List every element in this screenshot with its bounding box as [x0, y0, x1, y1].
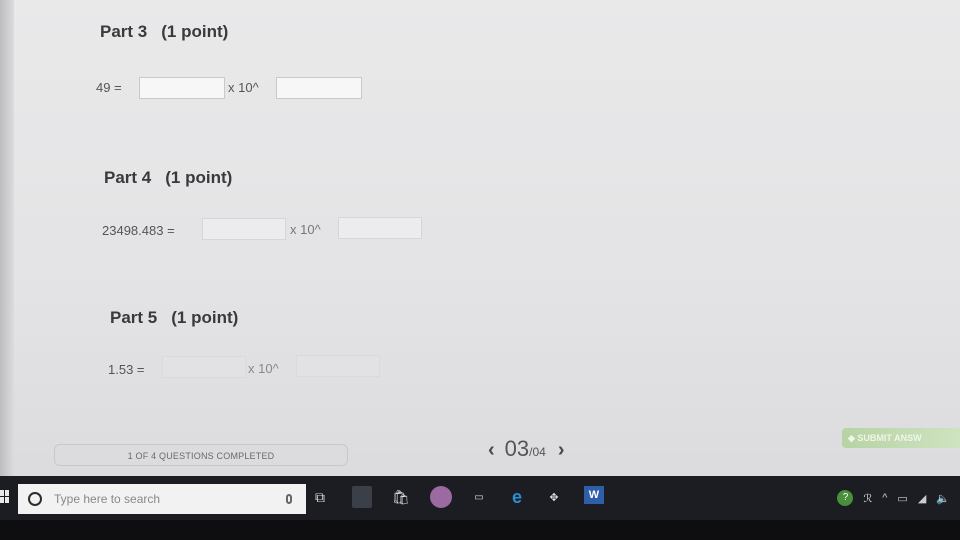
network-icon[interactable]: ◢ — [918, 492, 926, 505]
file-explorer-icon[interactable] — [352, 486, 372, 508]
dropbox-icon[interactable]: ✥ — [546, 486, 562, 508]
microphone-icon[interactable] — [286, 494, 292, 504]
quiz-content: Part 3 (1 point) 49 = x 10^ Part 4 (1 poin… — [14, 0, 960, 470]
part-4-title: Part 4 — [104, 168, 152, 187]
battery-icon[interactable]: ▭ — [897, 492, 907, 505]
part-3-points: (1 point) — [161, 22, 229, 41]
chrome-icon[interactable] — [430, 486, 452, 508]
volume-icon[interactable]: 🔈 — [936, 492, 950, 505]
part-3-mantissa-input[interactable] — [139, 77, 225, 99]
store-icon[interactable]: 🛍 — [392, 486, 410, 508]
people-icon[interactable]: ℛ — [863, 492, 872, 505]
part-5-points: (1 point) — [171, 308, 239, 327]
cortana-icon — [28, 492, 42, 506]
submit-answers-button[interactable]: ◆ SUBMIT ANSW — [842, 428, 960, 448]
part-3-title: Part 3 — [100, 22, 148, 41]
part-5-title: Part 5 — [110, 308, 158, 327]
pager-current: 03 — [504, 436, 530, 461]
word-icon[interactable]: W — [584, 486, 604, 504]
prev-question-button[interactable]: ‹ — [488, 439, 495, 462]
edge-icon[interactable]: e — [508, 486, 526, 508]
screen-bezel — [0, 0, 14, 480]
start-button[interactable] — [0, 490, 10, 504]
screen-bezel-bottom — [0, 520, 960, 540]
part-4-header: Part 4 (1 point) — [104, 168, 232, 188]
question-pager: ‹ 03 /04 › — [488, 436, 565, 466]
part-4-times: x 10^ — [290, 222, 321, 237]
part-3-exponent-input[interactable] — [276, 77, 362, 99]
part-5-mantissa-input[interactable] — [162, 356, 246, 378]
part-4-lhs: 23498.483 = — [102, 223, 175, 238]
windows-taskbar: Type here to search ⧉ 🛍 ▭ e ✥ W ? ℛ ^ ▭ … — [0, 476, 960, 520]
part-5-times: x 10^ — [248, 361, 279, 376]
progress-bar: 1 OF 4 QUESTIONS COMPLETED — [54, 444, 348, 466]
part-3-header: Part 3 (1 point) — [100, 22, 228, 42]
pager-total: /04 — [529, 445, 546, 459]
part-4-exponent-input[interactable] — [338, 217, 422, 239]
app-window-icon[interactable]: ▭ — [472, 486, 486, 508]
help-icon[interactable]: ? — [837, 490, 854, 506]
chevron-up-icon[interactable]: ^ — [882, 492, 887, 504]
part-5-exponent-input[interactable] — [296, 355, 380, 377]
part-4-mantissa-input[interactable] — [202, 218, 286, 240]
part-5-header: Part 5 (1 point) — [110, 308, 238, 328]
part-5-lhs: 1.53 = — [108, 362, 145, 377]
submit-icon: ◆ — [848, 433, 858, 443]
system-tray: ? ℛ ^ ▭ ◢ 🔈 — [837, 476, 950, 520]
progress-text: 1 OF 4 QUESTIONS COMPLETED — [127, 451, 275, 461]
part-3-times: x 10^ — [228, 80, 259, 95]
part-4-points: (1 point) — [165, 168, 233, 187]
search-placeholder: Type here to search — [54, 492, 161, 506]
task-view-icon[interactable]: ⧉ — [312, 486, 328, 508]
next-question-button[interactable]: › — [558, 439, 565, 462]
part-3-lhs: 49 = — [96, 80, 122, 95]
taskbar-search-box[interactable]: Type here to search — [18, 484, 306, 514]
submit-label: SUBMIT ANSW — [857, 433, 922, 443]
